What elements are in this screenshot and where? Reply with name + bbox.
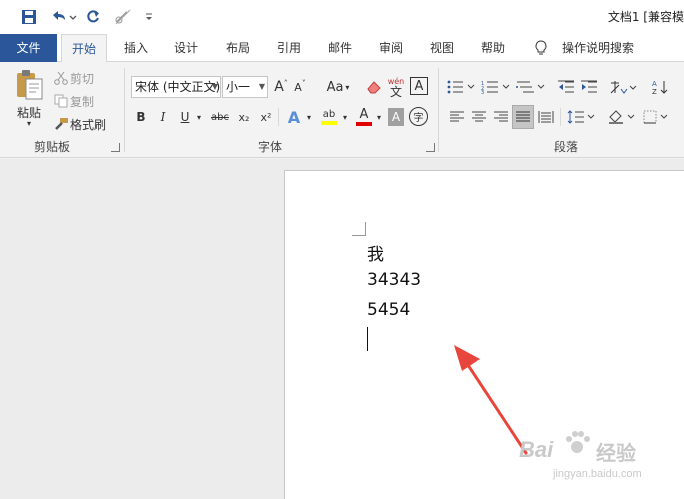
tab-help[interactable]: 帮助 [471, 34, 515, 62]
copy-button[interactable]: 复制 [70, 92, 100, 110]
save-icon[interactable] [18, 6, 40, 28]
tab-view[interactable]: 视图 [420, 34, 464, 62]
document-line-2[interactable]: 34343 [367, 270, 421, 290]
group-separator [124, 68, 125, 152]
font-size-combo[interactable]: 小一 ▼ [222, 76, 268, 98]
font-size-value: 小一 [226, 80, 251, 94]
svg-text:3: 3 [481, 90, 484, 94]
document-line-1[interactable]: 我 [367, 240, 384, 265]
grow-font-button[interactable]: A ˄ [272, 76, 290, 98]
lightbulb-icon [530, 34, 552, 62]
justify-icon[interactable] [512, 105, 534, 129]
quick-access-toolbar: 文档1 [兼容模 [0, 0, 684, 34]
touch-mode-icon[interactable] [112, 6, 134, 28]
ribbon-home: 粘贴 ▾ 剪切 复制 格式刷 剪贴板 宋体 (中文正文) ▼ 小一 ▼ A ˄ A… [0, 62, 684, 158]
bold-button[interactable]: B [132, 106, 150, 128]
highlight-dropdown-icon[interactable]: ▾ [340, 106, 350, 128]
watermark-logo: Bai [519, 437, 554, 462]
ribbon-tabs: 文件 开始 插入 设计 布局 引用 邮件 审阅 视图 帮助 操作说明搜索 [0, 34, 684, 63]
highlight-button[interactable]: ab [318, 106, 340, 128]
tab-mailings[interactable]: 邮件 [318, 34, 362, 62]
superscript-button[interactable]: x² [256, 106, 276, 128]
italic-button[interactable]: I [154, 106, 172, 128]
chevron-down-icon: ▼ [211, 82, 218, 91]
tab-file[interactable]: 文件 [0, 34, 57, 62]
character-shading-button[interactable]: A [388, 108, 404, 126]
chevron-down-icon: ▼ [258, 82, 265, 91]
watermark-logo-cn: 经验 [596, 443, 636, 465]
tab-home[interactable]: 开始 [61, 34, 107, 63]
borders-icon[interactable] [642, 106, 672, 128]
underline-button[interactable]: U [176, 106, 194, 128]
shading-icon[interactable] [606, 106, 636, 128]
format-painter-icon [52, 115, 70, 133]
align-right-icon[interactable] [492, 106, 510, 128]
undo-icon[interactable] [48, 6, 78, 28]
font-color-button[interactable]: A [354, 106, 374, 128]
font-launcher-icon[interactable] [426, 143, 435, 152]
font-group-label: 字体 [257, 140, 282, 154]
strikethrough-button[interactable]: abc [209, 106, 231, 128]
tab-references[interactable]: 引用 [267, 34, 311, 62]
align-left-icon[interactable] [448, 106, 466, 128]
paste-dropdown-icon[interactable]: ▾ [22, 118, 36, 128]
cut-button[interactable]: 剪切 [70, 69, 100, 87]
numbering-icon[interactable]: 123 [480, 76, 512, 98]
change-case-button[interactable]: Aa ▾ [322, 76, 354, 98]
document-title: 文档1 [兼容模 [607, 10, 684, 24]
redo-icon[interactable] [83, 6, 103, 28]
increase-indent-icon[interactable] [579, 76, 599, 98]
text-effects-dropdown-icon[interactable]: ▾ [304, 106, 314, 128]
text-effects-button[interactable]: A [284, 106, 304, 128]
paragraph-group-label: 段落 [553, 140, 578, 154]
enclose-characters-button[interactable]: 字 [409, 107, 428, 126]
decrease-indent-icon[interactable] [556, 76, 576, 98]
paw-icon [563, 429, 591, 457]
phonetic-guide-button[interactable]: wén 文 [386, 74, 406, 100]
copy-icon [52, 92, 70, 110]
character-border-button[interactable]: A [410, 77, 428, 95]
scissors-icon [52, 69, 70, 87]
tell-me-search[interactable]: 操作说明搜索 [556, 34, 640, 62]
asian-layout-icon[interactable] [608, 76, 638, 98]
tab-design[interactable]: 设计 [164, 34, 208, 62]
margin-corner-mark [352, 222, 366, 236]
watermark-url: jingyan.baidu.com [553, 468, 642, 480]
tab-layout[interactable]: 布局 [216, 34, 260, 62]
sort-icon[interactable]: AZ [651, 76, 669, 98]
font-color-dropdown-icon[interactable]: ▾ [374, 106, 384, 128]
subscript-button[interactable]: x₂ [234, 106, 254, 128]
bullets-icon[interactable] [446, 76, 476, 98]
shrink-font-button[interactable]: A ˅ [291, 76, 309, 98]
customize-qat-icon[interactable] [142, 6, 156, 28]
clipboard-paste-icon[interactable] [10, 66, 48, 104]
font-name-value: 宋体 (中文正文) [135, 80, 221, 94]
group-separator [438, 68, 439, 152]
underline-dropdown-icon[interactable]: ▾ [194, 106, 204, 128]
group-separator [278, 108, 279, 126]
svg-text:A: A [652, 80, 657, 88]
tab-insert[interactable]: 插入 [114, 34, 158, 62]
group-separator [560, 108, 561, 126]
distributed-icon[interactable] [537, 106, 555, 128]
font-name-combo[interactable]: 宋体 (中文正文) ▼ [131, 76, 221, 98]
tab-review[interactable]: 审阅 [369, 34, 413, 62]
svg-text:Z: Z [652, 88, 657, 95]
multilevel-list-icon[interactable] [515, 76, 547, 98]
format-painter-button[interactable]: 格式刷 [70, 115, 110, 133]
text-cursor [367, 327, 368, 351]
clipboard-launcher-icon[interactable] [111, 143, 120, 152]
font-color-swatch [356, 122, 372, 126]
clear-formatting-icon[interactable] [364, 76, 384, 98]
highlight-color-swatch [321, 121, 337, 125]
line-spacing-icon[interactable] [566, 106, 596, 128]
align-center-icon[interactable] [470, 106, 488, 128]
document-line-3[interactable]: 5454 [367, 300, 410, 320]
clipboard-group-label: 剪贴板 [33, 140, 70, 154]
